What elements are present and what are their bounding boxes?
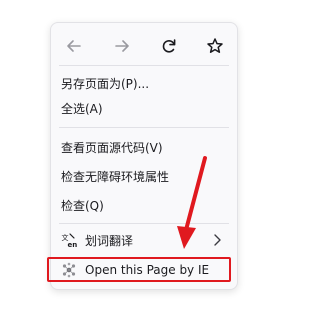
menu-item-inspect[interactable]: 检查(Q) — [55, 193, 235, 217]
bookmark-button[interactable] — [202, 33, 228, 59]
reload-button[interactable] — [156, 33, 182, 59]
menu-item-view-source[interactable]: 查看页面源代码(V) — [55, 135, 235, 159]
menu-item-label: 划词翻译 — [85, 233, 134, 248]
chevron-right-icon — [211, 233, 223, 250]
star-icon — [206, 37, 224, 55]
highlight-box — [47, 257, 231, 282]
menu-item-accessibility[interactable]: 检查无障碍环境属性 — [55, 164, 235, 188]
translate-icon: 文 en — [59, 230, 79, 250]
context-menu: 另存页面为(P)... 全选(A) 查看页面源代码(V) 检查无障碍环境属性 检… — [50, 22, 238, 290]
screenshot-stage: 另存页面为(P)... 全选(A) 查看页面源代码(V) 检查无障碍环境属性 检… — [0, 0, 284, 311]
menu-item-select-all[interactable]: 全选(A) — [55, 96, 235, 120]
navigation-row — [51, 31, 239, 61]
menu-item-translate[interactable]: 文 en 划词翻译 — [55, 228, 235, 252]
menu-item-label: 另存页面为(P)... — [61, 76, 150, 91]
menu-item-label: 检查无障碍环境属性 — [61, 169, 170, 184]
menu-item-label: 全选(A) — [61, 101, 103, 116]
arrow-left-icon — [65, 37, 83, 55]
svg-text:en: en — [68, 241, 78, 248]
menu-separator — [59, 65, 229, 66]
back-button[interactable] — [61, 33, 87, 59]
menu-item-save-page[interactable]: 另存页面为(P)... — [55, 71, 235, 95]
menu-item-label: 查看页面源代码(V) — [61, 140, 163, 155]
forward-button[interactable] — [109, 33, 135, 59]
reload-icon — [160, 37, 178, 55]
menu-item-label: 检查(Q) — [61, 198, 104, 213]
arrow-right-icon — [113, 37, 131, 55]
menu-separator — [59, 223, 229, 224]
menu-separator — [59, 127, 229, 128]
